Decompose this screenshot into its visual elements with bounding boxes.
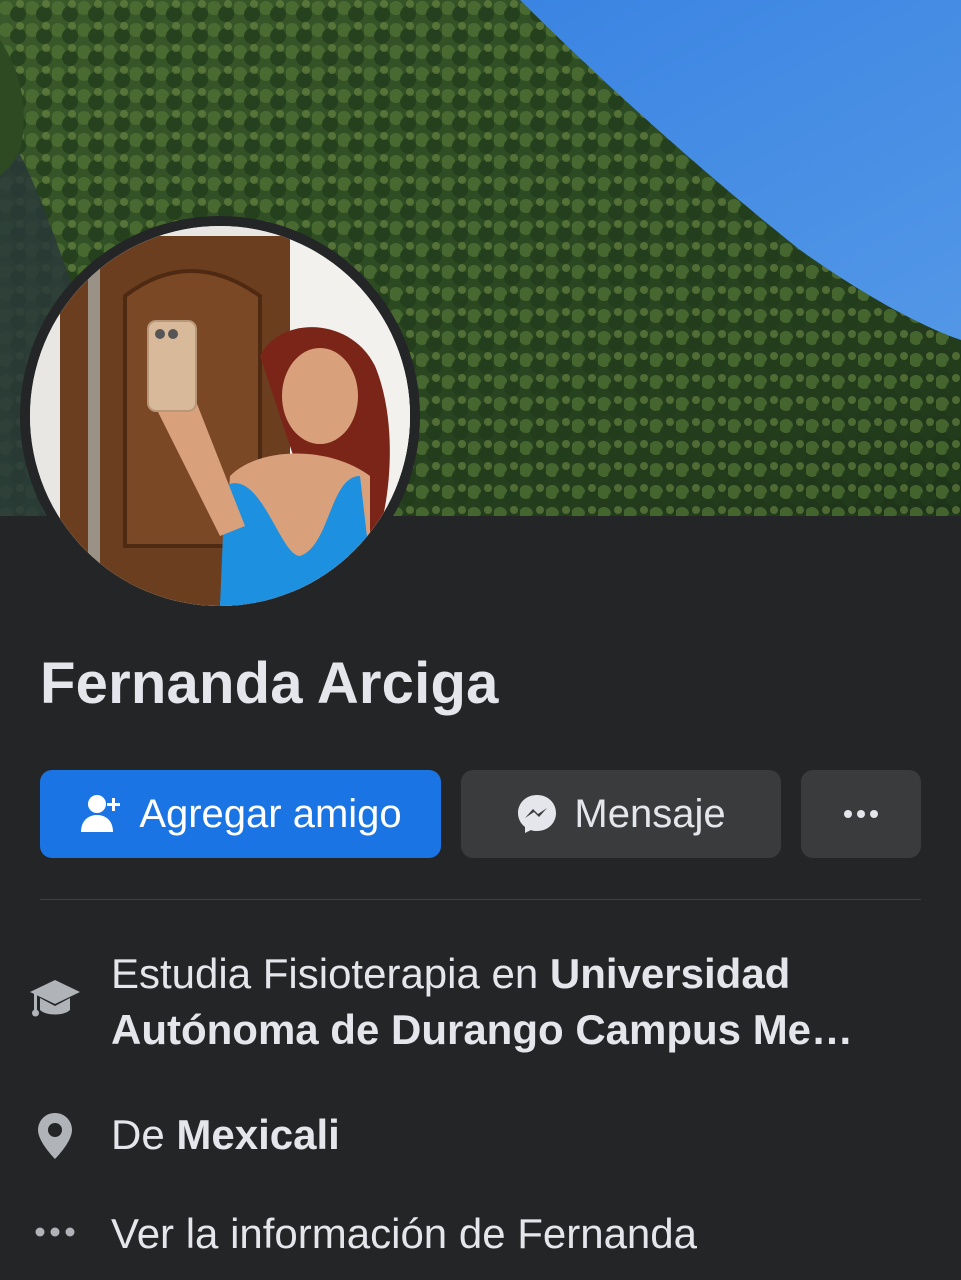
- education-prefix: Estudia Fisioterapia en: [111, 950, 550, 997]
- location-city[interactable]: Mexicali: [176, 1111, 339, 1158]
- location-info[interactable]: De Mexicali: [111, 1107, 340, 1163]
- more-options-button[interactable]: [801, 770, 921, 858]
- graduation-cap-icon: [26, 970, 84, 1028]
- message-label: Mensaje: [574, 791, 726, 836]
- person-plus-icon: [79, 792, 123, 836]
- map-pin-icon: [26, 1110, 84, 1162]
- add-friend-label: Agregar amigo: [139, 791, 402, 836]
- education-school-line1[interactable]: Universidad: [550, 950, 790, 997]
- message-button[interactable]: Mensaje: [461, 770, 781, 858]
- location-prefix: De: [111, 1111, 177, 1158]
- ellipsis-icon: [843, 809, 879, 819]
- ellipsis-icon: [26, 1212, 84, 1252]
- profile-page: Fernanda Arciga Agregar amigo Mensaje Es…: [0, 0, 961, 1280]
- add-friend-button[interactable]: Agregar amigo: [40, 770, 441, 858]
- profile-picture-frame[interactable]: [20, 216, 420, 616]
- education-info[interactable]: Estudia Fisioterapia en Universidad Autó…: [111, 946, 941, 1058]
- profile-name: Fernanda Arciga: [40, 651, 499, 716]
- education-school-line2[interactable]: Autónoma de Durango Campus Me…: [111, 1006, 853, 1053]
- messenger-icon: [516, 793, 558, 835]
- profile-picture[interactable]: [30, 226, 410, 606]
- see-info-link[interactable]: Ver la información de Fernanda: [111, 1206, 697, 1262]
- divider: [40, 899, 921, 900]
